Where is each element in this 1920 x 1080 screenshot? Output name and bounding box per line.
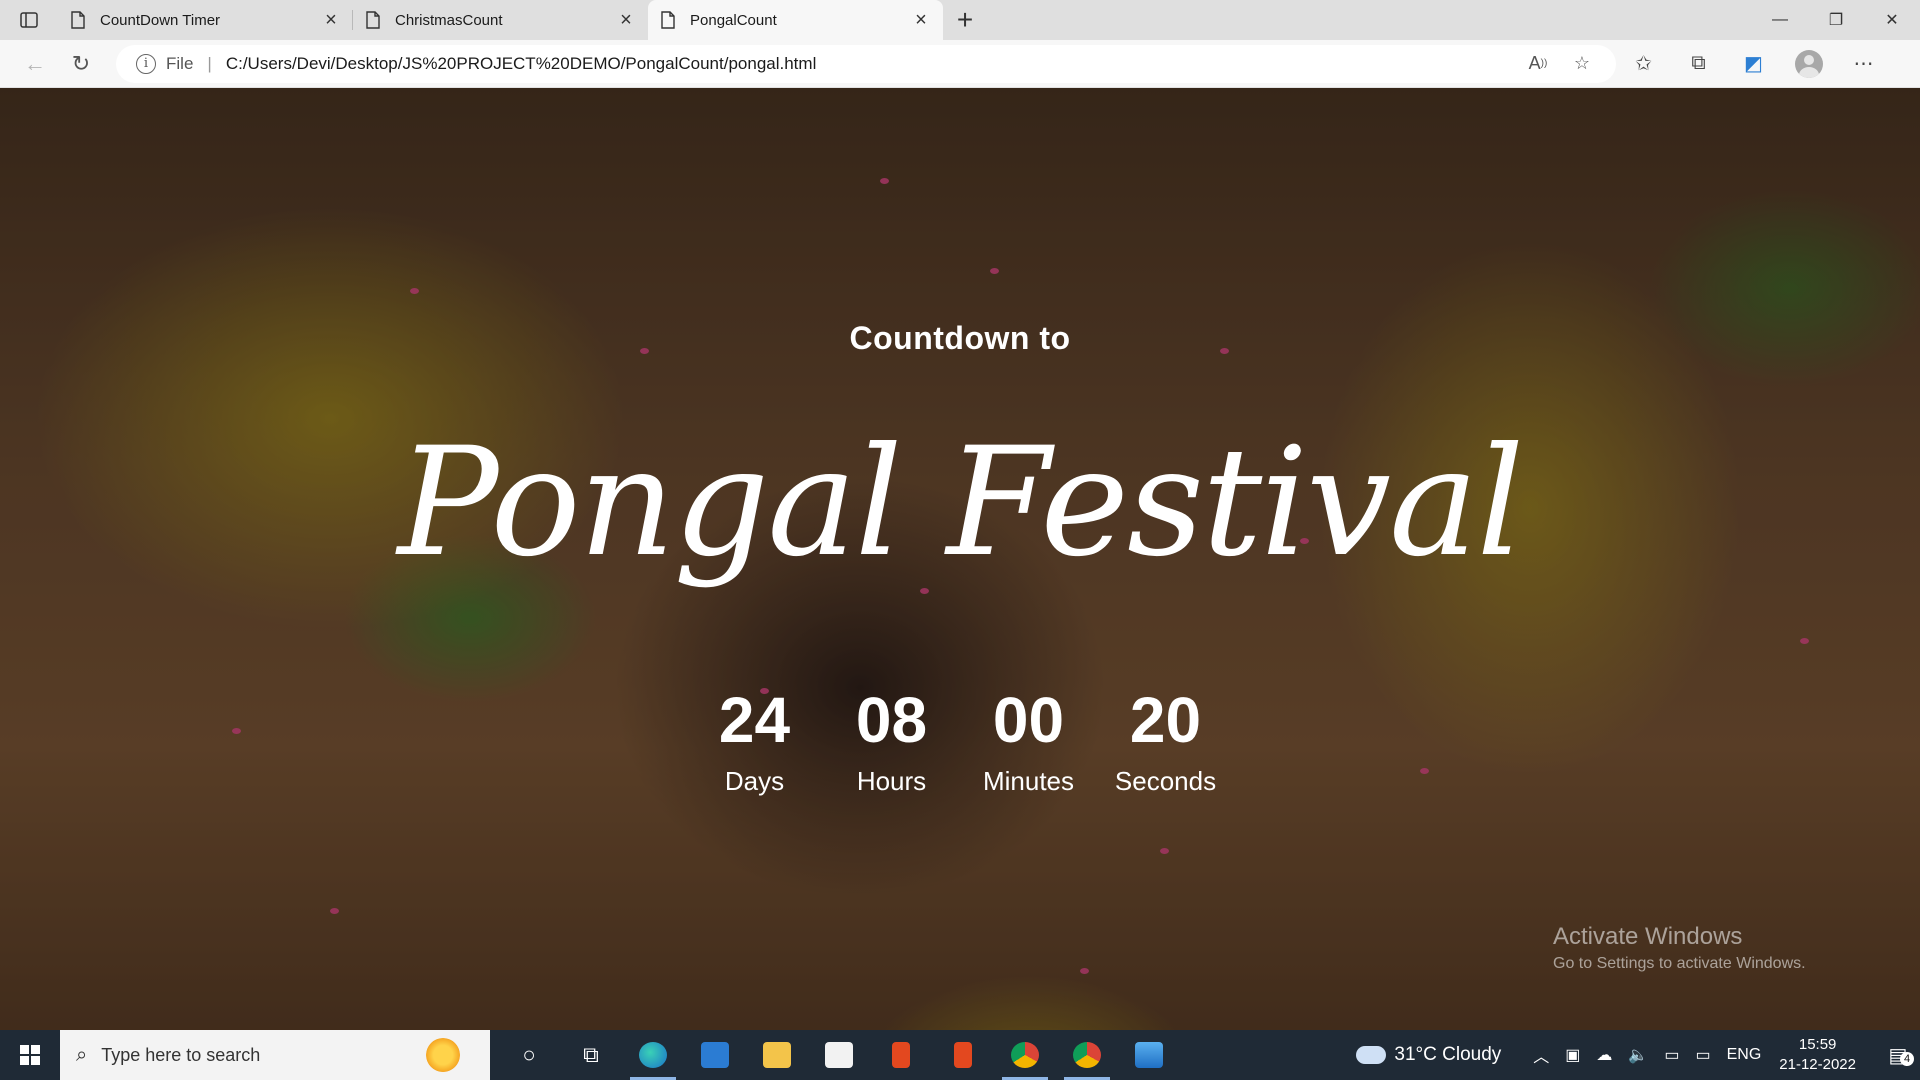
tab-actions-button[interactable] xyxy=(0,0,58,40)
meet-now-icon[interactable]: ▣ xyxy=(1565,1045,1580,1065)
cloud-icon xyxy=(1356,1046,1387,1064)
countdown-pre-title: Countdown to xyxy=(849,320,1071,356)
edge-performance-icon[interactable]: ◩ xyxy=(1726,46,1781,82)
start-button[interactable] xyxy=(0,1030,60,1080)
info-icon[interactable]: i xyxy=(136,53,156,74)
mail-app-icon[interactable] xyxy=(684,1030,746,1080)
clock-time: 15:59 xyxy=(1798,1036,1837,1053)
chrome-app-icon-2[interactable] xyxy=(1056,1030,1118,1080)
days-value: 24 xyxy=(718,684,791,756)
volume-icon[interactable]: 🔈 xyxy=(1628,1045,1648,1065)
activate-windows-watermark: Activate Windows Go to Settings to activ… xyxy=(1553,923,1806,973)
plus-icon: + xyxy=(956,4,974,35)
tab-title: PongalCount xyxy=(690,11,777,29)
reload-icon: ↻ xyxy=(71,50,91,76)
notification-count: 4 xyxy=(1900,1051,1914,1066)
office-app-icon-2[interactable] xyxy=(932,1030,994,1080)
weather-text: 31°C Cloudy xyxy=(1394,1044,1502,1065)
browser-toolbar: ← ↻ i File | C:/Users/Devi/Desktop/JS%20… xyxy=(0,40,1920,88)
countdown-minutes: 00 Minutes xyxy=(960,688,1097,797)
seconds-label: Seconds xyxy=(1114,766,1217,796)
window-controls: — ❐ ✕ xyxy=(1752,0,1920,40)
days-label: Days xyxy=(724,766,785,796)
clock-date: 21-12-2022 xyxy=(1779,1056,1856,1073)
tab-close-icon[interactable]: × xyxy=(616,9,636,31)
profile-button[interactable] xyxy=(1781,46,1836,82)
minutes-label: Minutes xyxy=(982,766,1075,796)
scheme-label: File xyxy=(166,53,194,73)
read-aloud-icon[interactable]: A)) xyxy=(1516,53,1560,74)
toolbar-icons: ✩ ⧉ ◩ ⋯ xyxy=(1616,46,1891,82)
restore-button[interactable]: ❐ xyxy=(1808,0,1864,40)
watermark-title: Activate Windows xyxy=(1553,923,1743,950)
minutes-value: 00 xyxy=(992,684,1065,756)
system-tray: 31°C Cloudy ︿ ▣ ☁ 🔈 ▭ ▭ ENG 15:59 21-12-… xyxy=(1356,1030,1920,1080)
search-highlight-sun-icon xyxy=(426,1038,460,1072)
countdown-hero: Countdown to Pongal Festival 24 Days 08 … xyxy=(0,88,1920,1030)
countdown-days: 24 Days xyxy=(686,688,823,797)
tab-close-icon[interactable]: × xyxy=(911,9,931,31)
task-view-icon[interactable]: ⧉ xyxy=(560,1030,622,1080)
edge-app-icon[interactable] xyxy=(622,1030,684,1080)
watermark-subtitle: Go to Settings to activate Windows. xyxy=(1553,955,1806,972)
profile-avatar-icon xyxy=(1794,49,1823,78)
tab-christmascount[interactable]: ChristmasCount × xyxy=(353,0,648,40)
tab-strip: CountDown Timer × ChristmasCount × Ponga… xyxy=(0,0,1920,40)
festival-title: Pongal Festival xyxy=(397,416,1525,590)
windows-logo-icon xyxy=(20,1045,40,1065)
notification-center-button[interactable]: ▤ 4 xyxy=(1876,1043,1920,1068)
onedrive-icon[interactable]: ☁ xyxy=(1596,1045,1612,1065)
cortana-icon[interactable]: ○ xyxy=(498,1030,560,1080)
network-icon[interactable]: ▭ xyxy=(1664,1045,1679,1065)
chevron-up-icon[interactable]: ︿ xyxy=(1533,1043,1549,1067)
chrome-app-icon[interactable] xyxy=(994,1030,1056,1080)
collections-icon[interactable]: ⧉ xyxy=(1671,46,1726,82)
minimize-button[interactable]: — xyxy=(1752,0,1808,40)
tab-title: ChristmasCount xyxy=(395,11,503,29)
windows-taskbar: ⌕ Type here to search ○ ⧉ 31°C Cloudy ︿ … xyxy=(0,1030,1920,1080)
weather-widget[interactable]: 31°C Cloudy xyxy=(1356,1044,1501,1066)
clock[interactable]: 15:59 21-12-2022 xyxy=(1779,1035,1856,1075)
back-arrow-icon: ← xyxy=(24,50,46,76)
favorites-icon[interactable]: ✩ xyxy=(1616,46,1671,82)
countdown-display: 24 Days 08 Hours 00 Minutes 20 Seconds xyxy=(0,688,1920,797)
store-app-icon[interactable] xyxy=(808,1030,870,1080)
tab-title: CountDown Timer xyxy=(100,11,221,29)
add-favorite-icon[interactable]: ☆ xyxy=(1560,53,1604,74)
hours-value: 08 xyxy=(855,684,928,756)
new-tab-button[interactable]: + xyxy=(943,0,987,40)
countdown-seconds: 20 Seconds xyxy=(1097,688,1234,797)
hours-label: Hours xyxy=(856,766,927,796)
taskbar-apps: ○ ⧉ xyxy=(498,1030,1180,1080)
more-menu-icon[interactable]: ⋯ xyxy=(1836,46,1891,82)
seconds-value: 20 xyxy=(1129,684,1202,756)
language-indicator[interactable]: ENG xyxy=(1727,1046,1762,1064)
search-icon: ⌕ xyxy=(76,1043,88,1066)
battery-icon[interactable]: ▭ xyxy=(1695,1045,1710,1065)
tab-actions-icon xyxy=(20,12,38,28)
address-bar[interactable]: i File | C:/Users/Devi/Desktop/JS%20PROJ… xyxy=(116,44,1616,83)
tab-countdown-timer[interactable]: CountDown Timer × xyxy=(58,0,353,40)
taskbar-search-box[interactable]: ⌕ Type here to search xyxy=(60,1030,490,1080)
url-text[interactable]: C:/Users/Devi/Desktop/JS%20PROJECT%20DEM… xyxy=(226,54,1516,74)
document-icon xyxy=(71,11,85,29)
document-icon xyxy=(366,11,380,29)
back-button[interactable]: ← xyxy=(12,46,58,82)
file-explorer-icon[interactable] xyxy=(746,1030,808,1080)
office-app-icon[interactable] xyxy=(870,1030,932,1080)
reload-button[interactable]: ↻ xyxy=(58,46,104,82)
page-viewport: Countdown to Pongal Festival 24 Days 08 … xyxy=(0,88,1920,1030)
photos-app-icon[interactable] xyxy=(1118,1030,1180,1080)
document-icon xyxy=(661,11,675,29)
close-window-button[interactable]: ✕ xyxy=(1864,0,1920,40)
search-placeholder: Type here to search xyxy=(101,1044,261,1065)
tab-pongalcount[interactable]: PongalCount × xyxy=(648,0,943,40)
countdown-hours: 08 Hours xyxy=(823,688,960,797)
tab-close-icon[interactable]: × xyxy=(321,9,341,31)
